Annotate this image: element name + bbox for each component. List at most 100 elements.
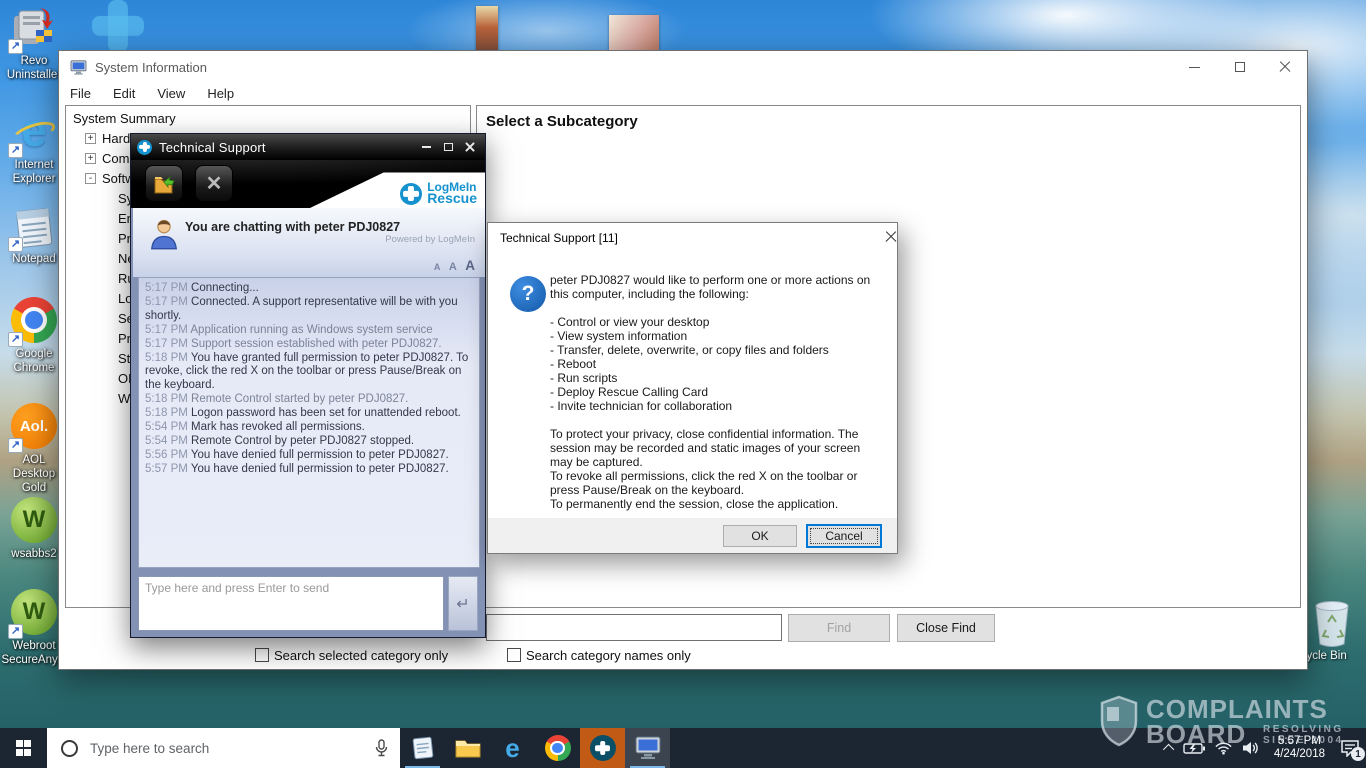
font-size-controls: A A A <box>430 257 475 275</box>
chat-message: 5:18 PM Remote Control started by peter … <box>145 393 473 407</box>
menu-view[interactable]: View <box>146 83 196 106</box>
chat-message: 5:17 PM Application running as Windows s… <box>145 324 473 338</box>
chat-status-text: You are chatting with peter PDJ0827 <box>185 220 400 234</box>
webroot-icon: W ↗ <box>10 589 58 637</box>
chat-input-area: ↵ <box>131 568 485 639</box>
privacy-note: To permanently end the session, close th… <box>550 497 882 511</box>
desktop-icon-recycle-bin[interactable]: Recycle Bin <box>1300 594 1364 674</box>
internet-explorer-icon: e <box>505 733 519 764</box>
system-information-icon <box>635 736 661 760</box>
chat-titlebar[interactable]: Technical Support <box>131 134 485 160</box>
search-selected-category-checkbox[interactable]: Search selected category only <box>255 648 448 663</box>
send-file-button[interactable] <box>145 165 183 202</box>
action-item: - Invite technician for collaboration <box>550 399 882 413</box>
question-icon: ? <box>510 276 546 312</box>
chat-message-input[interactable] <box>138 576 444 631</box>
send-message-button[interactable]: ↵ <box>448 576 478 631</box>
system-information-icon <box>70 60 87 75</box>
menu-help[interactable]: Help <box>196 83 245 106</box>
msinfo-titlebar[interactable]: System Information <box>59 51 1307 83</box>
font-size-small-button[interactable]: A <box>434 262 441 272</box>
minimize-button[interactable] <box>415 134 437 160</box>
dialog-actions-list: - Control or view your desktop - View sy… <box>550 315 882 413</box>
taskbar-search-box[interactable] <box>47 728 400 768</box>
close-button[interactable] <box>459 134 481 160</box>
shortcut-arrow-icon: ↗ <box>8 438 23 453</box>
chrome-icon: ↗ <box>10 297 58 345</box>
shortcut-arrow-icon: ↗ <box>8 624 23 639</box>
font-size-large-button[interactable]: A <box>465 258 475 273</box>
volume-icon[interactable] <box>1242 741 1259 755</box>
action-item: - Deploy Rescue Calling Card <box>550 385 882 399</box>
cortana-icon <box>61 740 78 757</box>
dialog-intro: peter PDJ0827 would like to perform one … <box>550 273 882 301</box>
brand-rescue: Rescue <box>427 190 477 206</box>
taskbar-icon-file-explorer[interactable] <box>445 728 490 768</box>
minimize-button[interactable] <box>1172 51 1217 83</box>
cancel-button[interactable]: Cancel <box>807 525 881 547</box>
clock-time: 5:57 PM <box>1274 735 1325 748</box>
photo-thumbnail <box>476 6 498 54</box>
find-button[interactable]: Find <box>788 614 890 642</box>
font-size-medium-button[interactable]: A <box>449 261 457 273</box>
dialog-footer: OK Cancel <box>488 518 897 553</box>
revo-uninstaller-icon: ↗ <box>10 4 58 52</box>
subcategory-heading: Select a Subcategory <box>477 106 1300 137</box>
logmein-rescue-brand-wedge: LogMeIn Rescue <box>310 160 485 208</box>
technical-support-chat-window: Technical Support LogMeIn Rescue <box>130 133 486 638</box>
checkbox-icon[interactable] <box>507 648 521 662</box>
chrome-icon <box>545 735 571 761</box>
chat-log[interactable]: 5:17 PM Connecting... 5:17 PM Connected.… <box>138 277 480 568</box>
chat-message: 5:18 PM You have granted full permission… <box>145 352 473 393</box>
close-button[interactable] <box>1262 51 1307 83</box>
folder-arrow-icon <box>152 172 176 196</box>
disconnect-button[interactable]: ✕ <box>195 165 233 202</box>
menubar: File Edit View Help <box>59 83 1307 106</box>
internet-explorer-icon: e ↗ <box>10 108 58 156</box>
tray-overflow-chevron-icon[interactable] <box>1163 744 1174 755</box>
chat-message: 5:18 PM Logon password has been set for … <box>145 407 473 421</box>
webroot-installer-icon: W <box>10 497 58 545</box>
close-find-button[interactable]: Close Find <box>897 614 995 642</box>
chat-window-title: Technical Support <box>159 140 266 155</box>
notepad-icon: ↗ <box>10 202 58 250</box>
chat-message: 5:56 PM You have denied full permission … <box>145 449 473 463</box>
find-input[interactable] <box>486 614 782 641</box>
search-category-names-checkbox[interactable]: Search category names only <box>507 648 691 663</box>
maximize-button[interactable] <box>437 134 459 160</box>
battery-icon[interactable] <box>1183 742 1205 754</box>
menu-edit[interactable]: Edit <box>102 83 146 106</box>
ok-button[interactable]: OK <box>723 525 797 547</box>
action-center-button[interactable]: 1 <box>1340 739 1360 757</box>
checkbox-icon[interactable] <box>255 648 269 662</box>
photo-thumbnail <box>609 15 659 55</box>
permission-dialog: Technical Support [11] ? peter PDJ0827 w… <box>487 222 898 554</box>
dialog-body: peter PDJ0827 would like to perform one … <box>550 273 882 511</box>
taskbar-clock[interactable]: 5:57 PM 4/24/2018 <box>1268 735 1331 761</box>
system-tray: 5:57 PM 4/24/2018 1 <box>1166 728 1366 768</box>
menu-file[interactable]: File <box>59 83 102 106</box>
privacy-note: To revoke all permissions, click the red… <box>550 469 882 497</box>
dialog-title: Technical Support [11] <box>500 231 618 245</box>
shortcut-arrow-icon: ↗ <box>8 143 23 158</box>
chat-message: 5:57 PM You have denied full permission … <box>145 463 473 477</box>
chat-message: 5:17 PM Support session established with… <box>145 338 473 352</box>
taskbar-icon-logmein-rescue[interactable] <box>580 728 625 768</box>
action-item: - Transfer, delete, overwrite, or copy f… <box>550 343 882 357</box>
tree-item-system-summary[interactable]: System Summary <box>66 109 470 129</box>
notification-badge: 1 <box>1351 747 1365 761</box>
wifi-icon[interactable] <box>1214 741 1233 755</box>
taskbar-icon-notepad[interactable] <box>400 728 445 768</box>
start-button[interactable] <box>0 728 47 768</box>
enter-key-icon: ↵ <box>456 594 469 614</box>
taskbar-icon-system-information[interactable] <box>625 728 670 768</box>
microphone-icon[interactable] <box>375 739 388 757</box>
recycle-bin-icon <box>1306 594 1358 650</box>
action-item: - View system information <box>550 329 882 343</box>
chat-message: 5:54 PM Mark has revoked all permissions… <box>145 421 473 435</box>
maximize-button[interactable] <box>1217 51 1262 83</box>
taskbar-icon-chrome[interactable] <box>535 728 580 768</box>
search-input[interactable] <box>88 740 375 757</box>
privacy-note: To protect your privacy, close confident… <box>550 427 882 469</box>
taskbar-icon-internet-explorer[interactable]: e <box>490 728 535 768</box>
